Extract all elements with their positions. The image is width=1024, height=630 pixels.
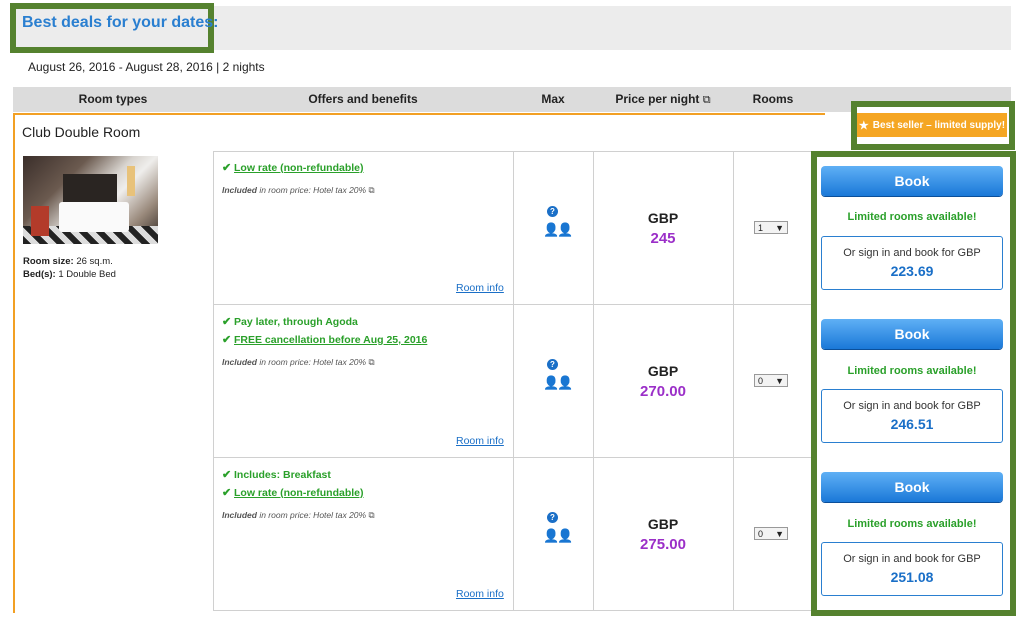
two-guests-icon: 👤👤 xyxy=(543,375,573,390)
question-icon[interactable]: ? xyxy=(547,206,558,217)
star-icon: ★ xyxy=(858,119,869,132)
check-icon: ✔ xyxy=(222,469,232,481)
external-link-icon[interactable]: ⧉ xyxy=(368,185,374,195)
column-price: Price per night ⧉ xyxy=(593,92,733,107)
offer-label[interactable]: Low rate (non-refundable) xyxy=(234,162,364,174)
price-value: 270.00 xyxy=(640,383,686,400)
photo-chair xyxy=(31,206,49,236)
check-icon: ✔ xyxy=(222,487,232,499)
room-info-link[interactable]: Room info xyxy=(456,435,504,447)
signin-price: 246.51 xyxy=(890,416,934,432)
photo-bed xyxy=(59,202,129,232)
chevron-down-icon: ▼ xyxy=(775,222,784,233)
two-guests-icon: 👤👤 xyxy=(543,222,573,237)
signin-text: Or sign in and book for GBP xyxy=(843,247,981,259)
limited-availability-note: Limited rooms available! xyxy=(847,365,977,377)
room-size-value: 26 sq.m. xyxy=(76,256,113,267)
limited-availability-note: Limited rooms available! xyxy=(847,211,977,223)
offer-item[interactable]: ✔ Low rate (non-refundable) xyxy=(222,161,364,174)
external-link-icon: ⧉ xyxy=(702,94,711,106)
room-block-border-left xyxy=(13,113,15,613)
rooms-select[interactable]: 0 ▼ xyxy=(754,527,788,540)
offer-label[interactable]: Low rate (non-refundable) xyxy=(234,487,364,499)
included-label: Included xyxy=(222,510,257,520)
signin-book-button[interactable]: Or sign in and book for GBP 246.51 xyxy=(821,389,1003,443)
offer-label: Includes: Breakfast xyxy=(234,469,331,481)
signin-book-button[interactable]: Or sign in and book for GBP 223.69 xyxy=(821,236,1003,290)
best-seller-label: Best seller – limited supply! xyxy=(872,119,1006,131)
room-meta: Room size: 26 sq.m. Bed(s): 1 Double Bed xyxy=(23,255,116,281)
question-icon[interactable]: ? xyxy=(547,512,558,523)
beds-value: 1 Double Bed xyxy=(58,269,116,280)
external-link-icon[interactable]: ⧉ xyxy=(368,357,374,367)
rooms-select[interactable]: 0 ▼ xyxy=(754,374,788,387)
chevron-down-icon: ▼ xyxy=(775,528,784,539)
price-value: 275.00 xyxy=(640,536,686,553)
rooms-select-value: 0 xyxy=(758,375,764,386)
photo-headboard xyxy=(63,174,117,204)
offer-item[interactable]: ✔ Low rate (non-refundable) xyxy=(222,486,364,499)
price-currency: GBP xyxy=(647,363,679,379)
stay-dates: August 26, 2016 - August 28, 2016 | 2 ni… xyxy=(28,60,265,74)
question-icon[interactable]: ? xyxy=(547,359,558,370)
signin-price: 223.69 xyxy=(890,263,934,279)
column-rooms: Rooms xyxy=(752,92,794,106)
best-seller-badge: ★ Best seller – limited supply! xyxy=(857,113,1007,137)
included-note: Included in room price: Hotel tax 20% ⧉ xyxy=(222,357,375,368)
price-currency: GBP xyxy=(647,210,679,226)
offer-item: ✔ Pay later, through Agoda xyxy=(222,315,358,328)
photo-lamp xyxy=(127,166,135,196)
column-divider xyxy=(513,151,514,611)
column-room-types: Room types xyxy=(78,92,148,106)
room-size-label: Room size: xyxy=(23,256,74,267)
column-offers: Offers and benefits xyxy=(308,92,418,106)
included-note: Included in room price: Hotel tax 20% ⧉ xyxy=(222,185,375,196)
limited-availability-note: Limited rooms available! xyxy=(847,518,977,530)
room-info-link[interactable]: Room info xyxy=(456,588,504,600)
room-info-link[interactable]: Room info xyxy=(456,282,504,294)
included-label: Included xyxy=(222,357,257,367)
signin-price: 251.08 xyxy=(890,569,934,585)
chevron-down-icon: ▼ xyxy=(775,375,784,386)
rooms-select[interactable]: 1 ▼ xyxy=(754,221,788,234)
price-value: 245 xyxy=(650,230,676,247)
room-name: Club Double Room xyxy=(22,124,141,140)
offer-item: ✔ Includes: Breakfast xyxy=(222,468,331,481)
included-text: in room price: Hotel tax 20% xyxy=(259,357,367,367)
signin-book-button[interactable]: Or sign in and book for GBP 251.08 xyxy=(821,542,1003,596)
check-icon: ✔ xyxy=(222,334,232,346)
room-photo[interactable] xyxy=(23,156,158,244)
check-icon: ✔ xyxy=(222,316,232,328)
column-divider xyxy=(213,151,214,611)
book-button[interactable]: Book xyxy=(821,319,1003,349)
signin-text: Or sign in and book for GBP xyxy=(843,400,981,412)
column-price-label: Price per night xyxy=(615,92,700,106)
external-link-icon[interactable]: ⧉ xyxy=(368,510,374,520)
included-text: in room price: Hotel tax 20% xyxy=(259,510,367,520)
offer-item[interactable]: ✔ FREE cancellation before Aug 25, 2016 xyxy=(222,333,427,346)
offer-label: Pay later, through Agoda xyxy=(234,316,358,328)
room-block-border-top xyxy=(13,113,825,115)
offer-label[interactable]: FREE cancellation before Aug 25, 2016 xyxy=(234,334,427,346)
page-title: Best deals for your dates: xyxy=(22,14,219,31)
check-icon: ✔ xyxy=(222,162,232,174)
included-text: in room price: Hotel tax 20% xyxy=(259,185,367,195)
rooms-select-value: 1 xyxy=(758,222,764,233)
book-button[interactable]: Book xyxy=(821,472,1003,502)
beds-label: Bed(s): xyxy=(23,269,56,280)
price-currency: GBP xyxy=(647,516,679,532)
included-note: Included in room price: Hotel tax 20% ⧉ xyxy=(222,510,375,521)
included-label: Included xyxy=(222,185,257,195)
signin-text: Or sign in and book for GBP xyxy=(843,553,981,565)
column-max: Max xyxy=(541,92,565,106)
rooms-select-value: 0 xyxy=(758,528,764,539)
two-guests-icon: 👤👤 xyxy=(543,528,573,543)
book-button[interactable]: Book xyxy=(821,166,1003,196)
column-divider xyxy=(733,151,734,611)
